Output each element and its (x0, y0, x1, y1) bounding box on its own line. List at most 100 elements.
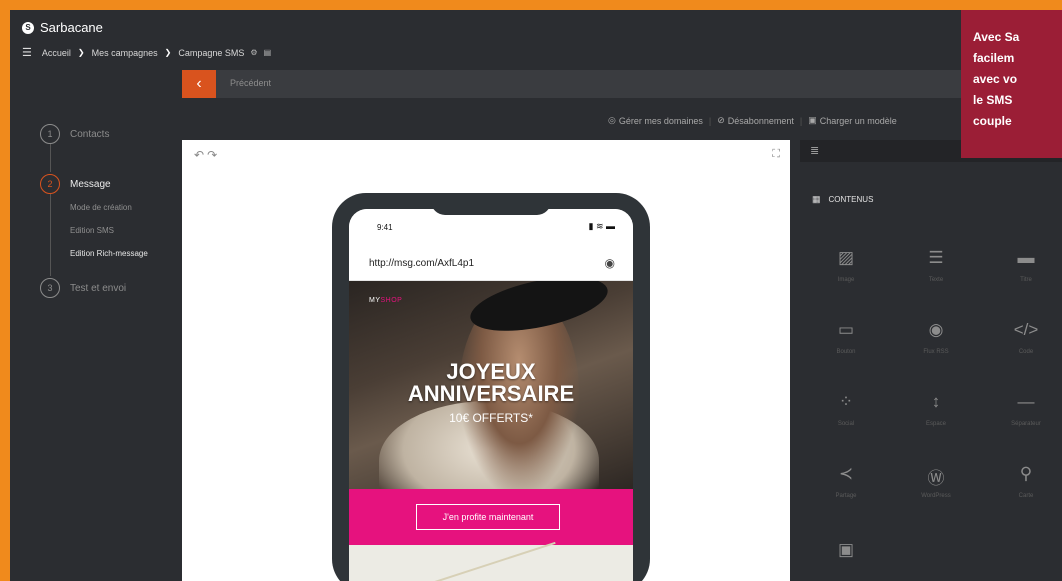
editor-canvas: ↶↷ ⛶ 9:41 ▮ ≋ ▬ http://msg.com/AxfL4p1 ◉ (182, 140, 790, 581)
brand[interactable]: S Sarbacane (22, 20, 103, 35)
url-text: http://msg.com/AxfL4p1 (369, 258, 475, 269)
tile-label: Flux RSS (923, 349, 949, 355)
hero-image[interactable]: MYSHOP JOYEUX ANNIVERSAIRE 10€ OFFERTS* (349, 281, 633, 489)
substep-mode[interactable]: Mode de création (70, 203, 132, 212)
divider: | (799, 115, 803, 126)
content-tile-image[interactable]: ▨ Image (822, 248, 870, 296)
separator-icon: — (1017, 392, 1035, 411)
shop-logo: MYSHOP (369, 297, 402, 304)
template-icon: ▣ (808, 115, 817, 125)
content-tile-title[interactable]: ▬ Titre (1002, 248, 1050, 296)
step-label: Test et envoi (70, 282, 127, 294)
step-connector (50, 194, 51, 276)
phone-preview: 9:41 ▮ ≋ ▬ http://msg.com/AxfL4p1 ◉ MYSH… (332, 193, 650, 581)
headline-line-2: ANNIVERSAIRE (407, 381, 575, 406)
content-tile-social[interactable]: ⁘ Social (822, 392, 870, 440)
chevron-right-icon: ❯ (164, 48, 172, 57)
app-window: S Sarbacane ☰ Accueil ❯ Mes campagnes ❯ … (10, 10, 1062, 581)
tile-label: Image (837, 277, 855, 283)
offer-text: 10€ OFFERTS* (449, 411, 533, 425)
divider: | (708, 115, 712, 126)
unsubscribe-link[interactable]: Désabonnement (728, 116, 794, 126)
tile-label: Texte (928, 277, 944, 283)
tile-label: Partage (835, 493, 857, 499)
unsubscribe-icon: ⊘ (717, 115, 725, 125)
manage-domains-link[interactable]: Gérer mes domaines (619, 116, 703, 126)
map-block[interactable] (349, 541, 633, 581)
tile-label: Séparateur (1011, 421, 1041, 427)
substep-rich-message[interactable]: Edition Rich-message (70, 249, 148, 258)
step-number: 1 (40, 124, 60, 144)
promo-line: couple (973, 114, 1012, 128)
chevron-right-icon: ❯ (77, 48, 85, 57)
breadcrumb-sms-campaign: Campagne SMS (178, 47, 245, 58)
step-message[interactable]: 2 Message (40, 174, 111, 194)
eye-icon[interactable]: ◉ (605, 256, 615, 270)
phone-screen: 9:41 ▮ ≋ ▬ http://msg.com/AxfL4p1 ◉ MYSH… (349, 209, 633, 581)
content-tile-rss[interactable]: ◉ Flux RSS (912, 320, 960, 368)
content-tile-button[interactable]: ▭ Bouton (822, 320, 870, 368)
shop-my: MY (369, 297, 381, 304)
previous-label[interactable]: Précédent (230, 78, 271, 88)
content-tile-wordpress[interactable]: Ⓦ WordPress (912, 464, 960, 512)
chevron-left-icon: ‹ (196, 75, 202, 92)
step-label: Contacts (70, 128, 110, 140)
previous-button[interactable]: ‹ (182, 70, 216, 98)
cta-band: J'en profite maintenant (349, 489, 633, 545)
breadcrumb-campaigns[interactable]: Mes campagnes (92, 48, 158, 58)
tile-label: Bouton (836, 349, 856, 355)
content-tile-video[interactable]: ▣ (822, 540, 870, 581)
cta-button[interactable]: J'en profite maintenant (416, 504, 560, 530)
status-time: 9:41 (377, 223, 393, 232)
headline-line-1: JOYEUX (446, 359, 536, 384)
promo-line: facilem (973, 51, 1015, 65)
content-tile-share[interactable]: ≺ Partage (822, 464, 870, 512)
wordpress-icon: Ⓦ (927, 469, 945, 488)
navigation-bar: ‹ Précédent (182, 70, 1062, 98)
headline: JOYEUX ANNIVERSAIRE (349, 361, 633, 405)
text-icon: ☰ (928, 248, 944, 267)
content-tile-text[interactable]: ☰ Texte (912, 248, 960, 296)
content-panel: ≣ ▦ CONTENUS ▨ Image ☰ Texte ▬ Titre ▭ Bouton ◉ F… (800, 140, 1062, 581)
history-tools: ↶↷ (194, 148, 220, 162)
grid-icon: ▦ (812, 194, 821, 204)
promo-banner: Avec Sa facilem avec vo le SMS couple (961, 10, 1062, 158)
step-contacts[interactable]: 1 Contacts (40, 124, 109, 144)
fullscreen-icon[interactable]: ⛶ (772, 148, 780, 161)
step-label: Message (70, 178, 111, 190)
step-test-send[interactable]: 3 Test et envoi (40, 278, 126, 298)
shop-name: SHOP (380, 297, 403, 304)
spacer-icon: ↕ (931, 392, 941, 411)
settings-icon[interactable]: ⚙ (250, 48, 257, 57)
content-tile-code[interactable]: </> Code (1002, 320, 1050, 368)
phone-notch (431, 193, 551, 215)
save-icon[interactable]: ▤ (264, 48, 272, 57)
top-bar: S Sarbacane ☰ Accueil ❯ Mes campagnes ❯ … (10, 10, 1062, 70)
map-road (412, 541, 556, 581)
undo-icon[interactable]: ↶ (194, 148, 207, 162)
substep-sms[interactable]: Edition SMS (70, 226, 114, 235)
content-tile-separator[interactable]: — Séparateur (1002, 392, 1050, 440)
panel-title: CONTENUS (828, 195, 874, 204)
step-number: 2 (40, 174, 60, 194)
content-tile-spacer[interactable]: ↕ Espace (912, 392, 960, 440)
image-icon: ▨ (837, 248, 855, 267)
breadcrumb-home[interactable]: Accueil (42, 48, 71, 58)
share-icon: ≺ (838, 464, 854, 483)
load-template-link[interactable]: Charger un modèle (820, 116, 897, 126)
signal-icon: ▮ ≋ ▬ (588, 221, 616, 231)
title-icon: ▬ (1017, 248, 1035, 267)
map-pin-icon: ⚲ (1019, 464, 1033, 483)
tile-label: Carte (1018, 493, 1034, 499)
promo-line: Avec Sa (973, 30, 1020, 44)
rss-icon: ◉ (928, 320, 944, 339)
content-tile-map-pin[interactable]: ⚲ Carte (1002, 464, 1050, 512)
breadcrumb: ☰ Accueil ❯ Mes campagnes ❯ Campagne SMS… (22, 46, 271, 59)
redo-icon[interactable]: ↷ (207, 148, 220, 162)
layout-icon[interactable]: ≣ (810, 144, 819, 157)
sarbacane-logo-icon: S (22, 21, 34, 34)
panel-header: ▦ CONTENUS (812, 194, 873, 205)
step-number: 3 (40, 278, 60, 298)
globe-icon: ◎ (608, 115, 616, 125)
menu-icon[interactable]: ☰ (22, 46, 32, 59)
